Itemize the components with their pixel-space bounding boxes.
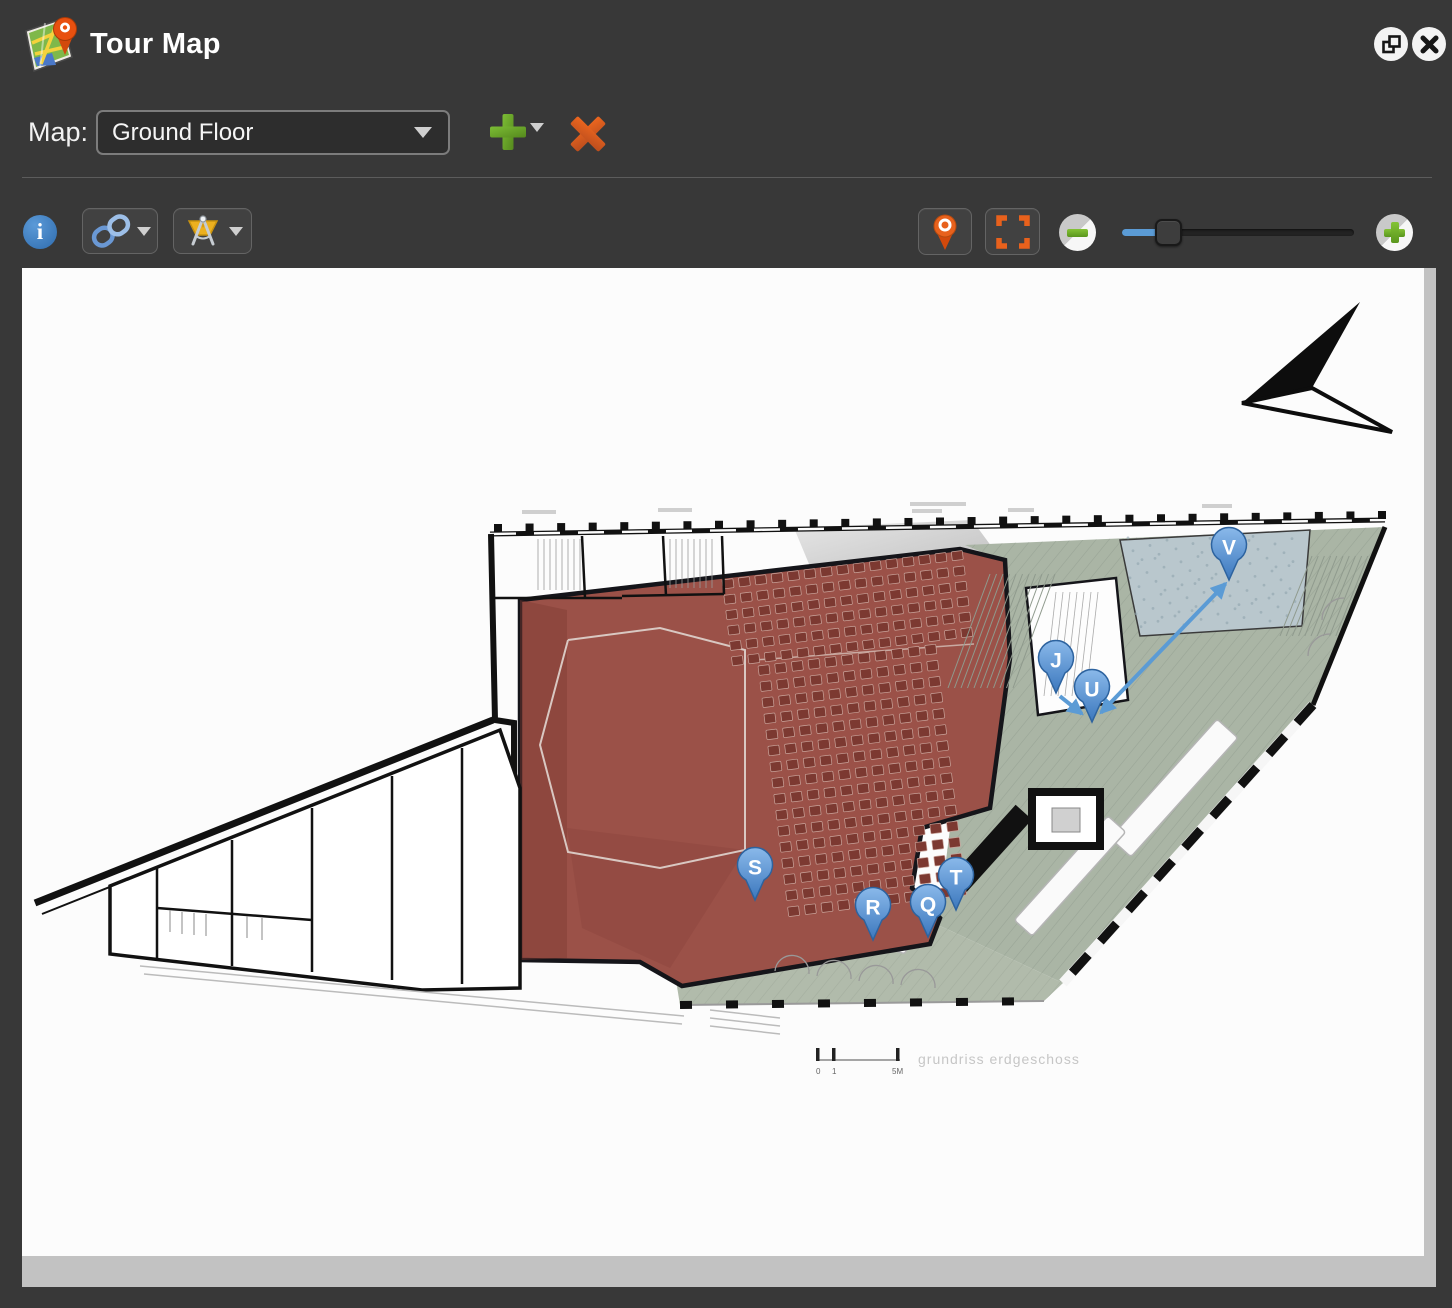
horizontal-scrollbar[interactable] [22, 1256, 1436, 1287]
zoom-in-button[interactable] [1376, 214, 1413, 251]
green-plus-icon [486, 110, 530, 154]
duplicate-window-icon [1381, 34, 1402, 55]
svg-text:V: V [1222, 537, 1236, 560]
title-bar: Tour Map [0, 0, 1452, 88]
link-nodes-button[interactable] [82, 208, 158, 254]
map-toolbar: i [0, 178, 1452, 268]
chevron-down-icon [137, 227, 151, 236]
floor-plan-canvas[interactable]: 0 1 5M grundriss erdgeschoss V JU S R QT [22, 268, 1424, 1256]
auditorium [520, 549, 1010, 986]
window-title: Tour Map [90, 0, 221, 88]
close-window-button[interactable] [1412, 27, 1446, 61]
map-viewport[interactable]: 0 1 5M grundriss erdgeschoss V JU S R QT [22, 268, 1424, 1256]
info-button[interactable]: i [23, 215, 57, 249]
north-arrow-icon [1242, 302, 1392, 432]
svg-text:T: T [950, 867, 963, 890]
map-dropdown-value: Ground Floor [98, 119, 414, 147]
zoom-slider-handle[interactable] [1155, 219, 1182, 246]
zoom-out-icon [1067, 229, 1088, 237]
zoom-slider[interactable] [1122, 214, 1354, 250]
map-dropdown[interactable]: Ground Floor [96, 110, 450, 155]
svg-text:0: 0 [816, 1067, 821, 1076]
zoom-out-button[interactable] [1059, 214, 1096, 251]
map-label: Map: [28, 88, 88, 177]
orange-pin-icon [928, 212, 962, 252]
add-marker-button[interactable] [918, 208, 972, 255]
svg-text:R: R [865, 897, 880, 920]
chevron-down-icon [414, 127, 432, 138]
svg-text:1: 1 [832, 1067, 837, 1076]
svg-text:U: U [1084, 679, 1099, 702]
red-cross-icon [566, 112, 610, 156]
plan-caption: grundriss erdgeschoss [918, 1051, 1080, 1067]
fit-view-button[interactable] [985, 208, 1040, 255]
plan-annotation-smudges [522, 502, 1232, 514]
close-icon [1419, 34, 1440, 55]
fit-view-icon [995, 214, 1031, 250]
chevron-down-icon [229, 227, 243, 236]
chain-link-icon [90, 214, 132, 248]
zoom-in-icon [1384, 222, 1405, 243]
svg-text:S: S [748, 857, 762, 880]
svg-text:5M: 5M [892, 1067, 903, 1076]
tour-map-icon [20, 11, 80, 77]
modify-marker-button[interactable] [173, 208, 252, 254]
map-selector-row: Map: Ground Floor [0, 88, 1452, 177]
chevron-down-icon [530, 123, 544, 132]
svg-text:Q: Q [920, 894, 936, 917]
add-map-button[interactable] [486, 110, 544, 154]
vertical-scrollbar[interactable] [1424, 268, 1436, 1256]
scale-bar: 0 1 5M grundriss erdgeschoss [816, 1048, 1080, 1076]
tour-map-window: { "window": { "title": "Tour Map" }, "ma… [0, 0, 1452, 1308]
detach-window-button[interactable] [1374, 27, 1408, 61]
svg-text:J: J [1050, 650, 1062, 673]
drafting-compass-icon [182, 214, 224, 248]
delete-map-button[interactable] [566, 112, 610, 156]
